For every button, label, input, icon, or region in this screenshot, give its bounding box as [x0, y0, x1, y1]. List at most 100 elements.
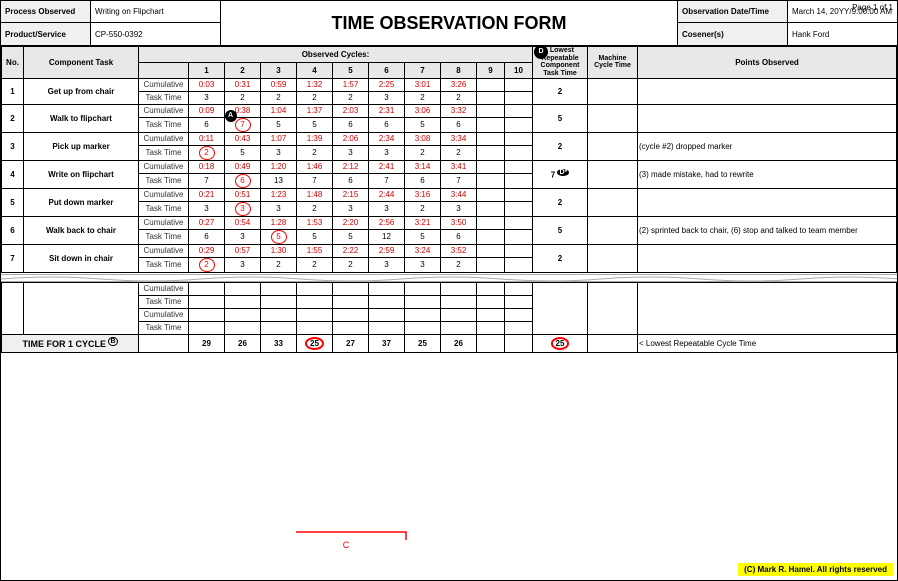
product-label: Product/Service: [1, 23, 91, 45]
lowest-0: 2: [533, 78, 588, 104]
cum-4-6: 3:16: [405, 188, 441, 201]
page-container: Page 1 of 1 Process Observed Writing on …: [0, 0, 898, 581]
tt-1-8: [477, 117, 505, 132]
tt-0-6: 2: [405, 91, 441, 104]
row-no-6: 7: [2, 244, 24, 272]
tt-3-5: 7: [369, 173, 405, 188]
tt-3-1: 6: [225, 173, 261, 188]
points-2: (cycle #2) dropped marker: [638, 132, 897, 160]
tt-2-3: 2: [297, 145, 333, 160]
col-7: 7: [405, 62, 441, 78]
tt-label-5: Task Time: [139, 229, 189, 244]
lowest-5: 5: [533, 216, 588, 244]
row-no-2: 3: [2, 132, 24, 160]
cum-6-9: [505, 244, 533, 257]
cum-5-0: 0:27: [189, 216, 225, 229]
points-5: (2) sprinted back to chair, (6) stop and…: [638, 216, 897, 244]
cum-2-4: 2:06: [333, 132, 369, 145]
row-task-1: Walk to flipchart: [24, 104, 139, 132]
col-4: 4: [297, 62, 333, 78]
footer-cum-label2: Cumulative: [139, 308, 189, 321]
tt-5-7: 6: [441, 229, 477, 244]
row-task-0: Get up from chair: [24, 78, 139, 104]
tt-0-1: 2: [225, 91, 261, 104]
lowest-cycle-label: < Lowest Repeatable Cycle Time: [638, 334, 897, 352]
cum-6-7: 3:52: [441, 244, 477, 257]
tt-5-5: 12: [369, 229, 405, 244]
header-section: Process Observed Writing on Flipchart Pr…: [1, 1, 897, 46]
cum-0-5: 2:25: [369, 78, 405, 91]
tt-1-1: 7A: [225, 117, 261, 132]
tt-5-1: 3: [225, 229, 261, 244]
machine-0: [588, 78, 638, 104]
col-2: 2: [225, 62, 261, 78]
tt-2-1: 5: [225, 145, 261, 160]
footer-tt-label2: Task Time: [139, 321, 189, 334]
tt-6-6: 3: [405, 257, 441, 272]
footer-table: Cumulative Task Time Cumulative Task Tim…: [1, 282, 897, 353]
tfc-5: 27: [333, 334, 369, 352]
points-1: [638, 104, 897, 132]
tt-0-0: 3: [189, 91, 225, 104]
copyright-note: (C) Mark R. Hamel. All rights reserved: [738, 563, 893, 576]
tt-3-6: 6: [405, 173, 441, 188]
tt-6-1: 3: [225, 257, 261, 272]
col-machine: MachineCycle Time: [588, 47, 638, 79]
tfc-3: 33: [261, 334, 297, 352]
cum-6-2: 1:30: [261, 244, 297, 257]
cum-0-4: 1:57: [333, 78, 369, 91]
row-task-4: Put down marker: [24, 188, 139, 216]
row-no-0: 1: [2, 78, 24, 104]
cum-3-6: 3:14: [405, 160, 441, 173]
cum-3-8: [477, 160, 505, 173]
col-lowest: D LowestRepeatableComponentTask Time: [533, 47, 588, 79]
cum-2-2: 1:07: [261, 132, 297, 145]
tt-label-0: Task Time: [139, 91, 189, 104]
cum-5-5: 2:56: [369, 216, 405, 229]
cum-2-0: 0:11: [189, 132, 225, 145]
cum-label-1: Cumulative: [139, 104, 189, 117]
cum-4-7: 3:44: [441, 188, 477, 201]
tfc-2: 26: [225, 334, 261, 352]
tfc-6: 37: [369, 334, 405, 352]
points-0: [638, 78, 897, 104]
process-value: Writing on Flipchart: [91, 1, 220, 22]
tt-3-7: 7: [441, 173, 477, 188]
tt-6-7: 2: [441, 257, 477, 272]
cum-6-6: 3:24: [405, 244, 441, 257]
col-points: Points Observed: [638, 47, 897, 79]
cum-5-6: 3:21: [405, 216, 441, 229]
col-3: 3: [261, 62, 297, 78]
tt-4-6: 2: [405, 201, 441, 216]
tt-3-0: 7: [189, 173, 225, 188]
cum-3-4: 2:12: [333, 160, 369, 173]
col-6: 6: [369, 62, 405, 78]
footer-no: [2, 282, 24, 334]
row-task-5: Walk back to chair: [24, 216, 139, 244]
tt-1-7: 6: [441, 117, 477, 132]
row-no-4: 5: [2, 188, 24, 216]
tt-1-6: 5: [405, 117, 441, 132]
tt-4-1: 3: [225, 201, 261, 216]
tfc-1: 29: [189, 334, 225, 352]
cum-0-6: 3:01: [405, 78, 441, 91]
tt-2-8: [477, 145, 505, 160]
row-no-1: 2: [2, 104, 24, 132]
cum-5-4: 2:20: [333, 216, 369, 229]
time-for-cycle-label: TIME FOR 1 CYCLE B: [2, 334, 139, 352]
lowest-4: 2: [533, 188, 588, 216]
col-sub-label: [139, 62, 189, 78]
cum-6-3: 1:55: [297, 244, 333, 257]
cum-5-3: 1:53: [297, 216, 333, 229]
col-8: 8: [441, 62, 477, 78]
cum-3-1: 0:49: [225, 160, 261, 173]
page-ref: Page 1 of 1: [852, 3, 893, 12]
row-task-6: Sit down in chair: [24, 244, 139, 272]
machine-5: [588, 216, 638, 244]
cum-label-3: Cumulative: [139, 160, 189, 173]
cum-0-9: [505, 78, 533, 91]
obs-datetime-label: Observation Date/Time: [678, 1, 788, 22]
cum-1-2: 1:04: [261, 104, 297, 117]
header-left: Process Observed Writing on Flipchart Pr…: [1, 1, 221, 45]
tt-4-2: 3: [261, 201, 297, 216]
